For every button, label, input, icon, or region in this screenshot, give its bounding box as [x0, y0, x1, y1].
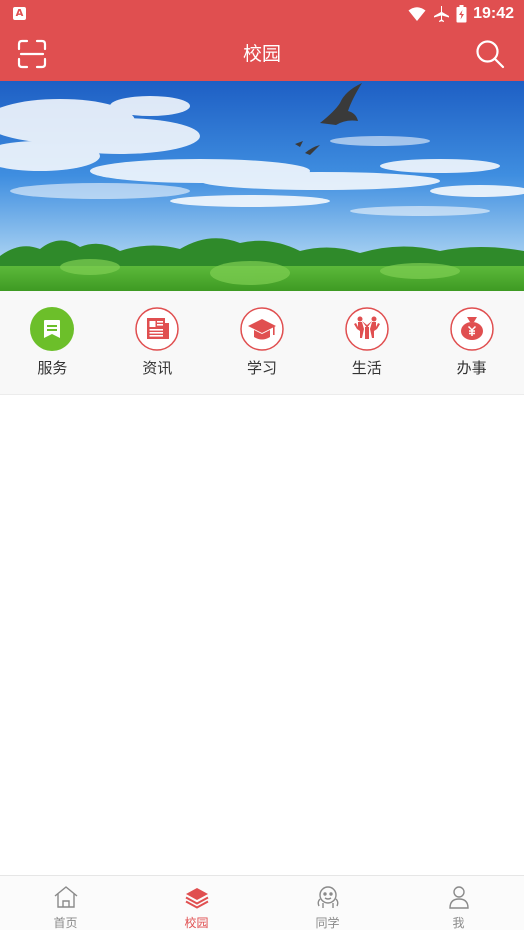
tab-label: 首页 [53, 916, 78, 930]
notification-icon: A [13, 7, 26, 20]
content-area [0, 395, 524, 875]
news-icon [135, 307, 179, 351]
classmates-icon [317, 886, 338, 908]
service-icon [30, 307, 75, 351]
quick-menu-service[interactable]: 服务 [0, 291, 105, 395]
tab-label: 我 [452, 916, 465, 930]
wifi-icon [408, 7, 426, 21]
affairs-icon [449, 307, 494, 351]
quick-menu-affairs[interactable]: 办事 [419, 291, 524, 395]
quick-menu-label: 学习 [246, 359, 277, 377]
profile-icon [448, 886, 469, 909]
bottom-tab-bar: 首页 校园 同学 我 [0, 875, 524, 930]
clock: 19:42 [473, 5, 514, 22]
tab-classmates[interactable]: 同学 [262, 876, 393, 930]
airplane-icon [434, 6, 450, 22]
tab-label: 校园 [184, 916, 209, 930]
status-bar: A 19:42 [0, 0, 524, 27]
quick-menu: 服务 资讯 学习 生活 办事 [0, 291, 524, 395]
banner-image[interactable] [0, 81, 524, 291]
home-icon [54, 886, 77, 908]
top-app-bar: 校园 [0, 27, 524, 81]
app-root: A 19:42 校园 服务 资讯 学习 生活 办事 首页 校园 同学 我 [0, 0, 524, 930]
campus-icon [185, 888, 208, 909]
life-icon [345, 307, 389, 351]
quick-menu-label: 服务 [37, 359, 68, 377]
page-title: 校园 [242, 43, 281, 65]
sky-landscape-image [0, 81, 524, 291]
tab-home[interactable]: 首页 [0, 876, 131, 930]
quick-menu-life[interactable]: 生活 [314, 291, 419, 395]
study-icon [240, 307, 284, 351]
status-icons: 19:42 [408, 4, 514, 24]
quick-menu-label: 办事 [456, 359, 487, 377]
search-icon[interactable] [474, 38, 506, 70]
quick-menu-study[interactable]: 学习 [210, 291, 315, 395]
quick-menu-label: 资讯 [142, 359, 173, 377]
battery-icon [456, 5, 467, 23]
quick-menu-label: 生活 [351, 359, 382, 377]
quick-menu-news[interactable]: 资讯 [105, 291, 210, 395]
tab-label: 同学 [315, 916, 340, 930]
tab-profile[interactable]: 我 [393, 876, 524, 930]
tab-campus[interactable]: 校园 [131, 876, 262, 930]
